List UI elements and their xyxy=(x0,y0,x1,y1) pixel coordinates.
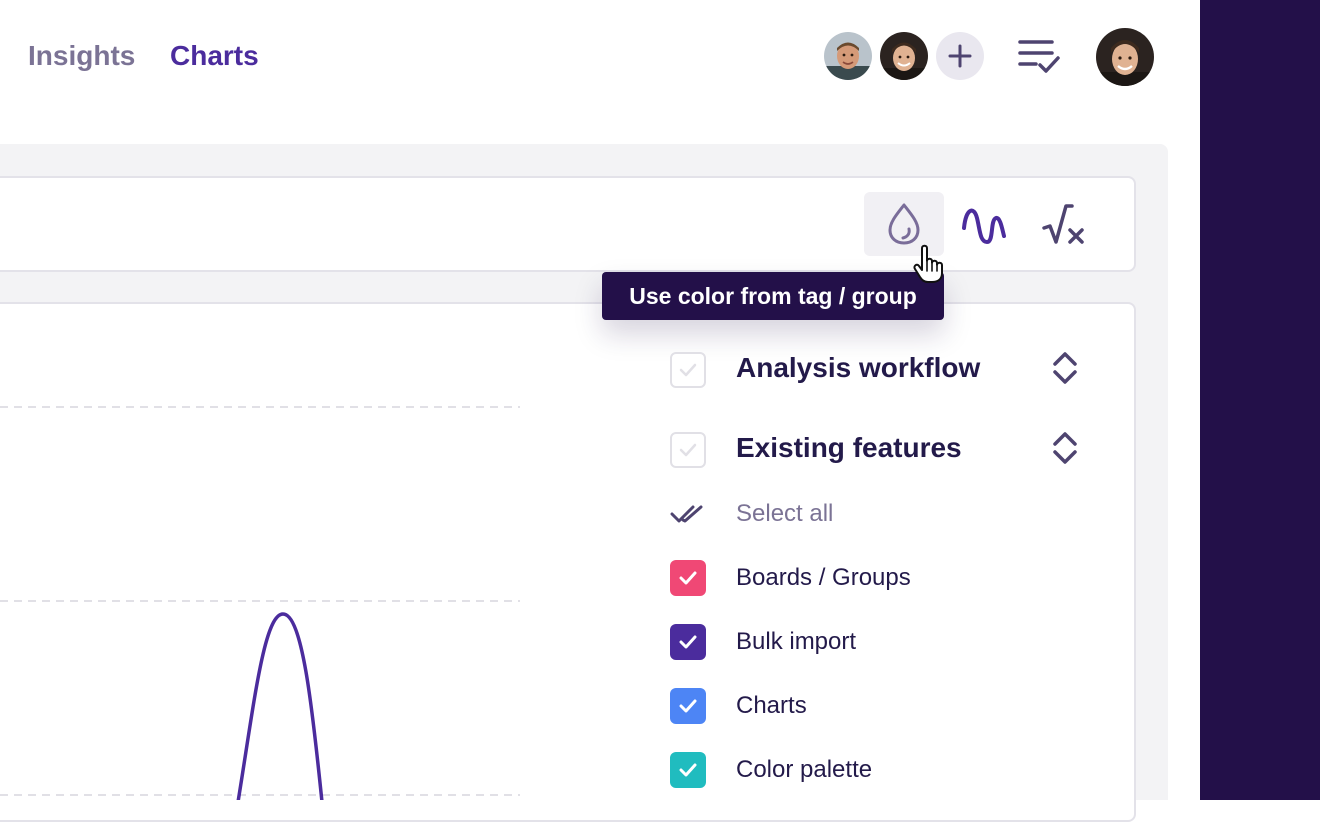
check-icon xyxy=(679,635,697,649)
check-icon xyxy=(679,443,697,457)
item-label-charts[interactable]: Charts xyxy=(736,691,807,721)
user-avatar[interactable] xyxy=(1094,26,1156,88)
tooltip: Use color from tag / group xyxy=(602,272,944,320)
add-member-button[interactable] xyxy=(936,32,984,80)
group-label-existing-features[interactable]: Existing features xyxy=(736,431,962,465)
collaborator-avatar-2[interactable] xyxy=(878,30,930,82)
select-all-label[interactable]: Select all xyxy=(736,499,833,529)
wave-curve-icon xyxy=(962,208,1006,245)
item-label-boards-groups[interactable]: Boards / Groups xyxy=(736,563,911,593)
formula-button[interactable] xyxy=(1024,192,1104,256)
item-checkbox-color-palette[interactable] xyxy=(670,752,706,788)
check-icon xyxy=(679,699,697,713)
item-checkbox-boards-groups[interactable] xyxy=(670,560,706,596)
collaborator-avatar-1[interactable] xyxy=(822,30,874,82)
checklist-icon xyxy=(1018,40,1060,73)
hand-pointer-icon xyxy=(913,244,943,283)
curve-style-button[interactable] xyxy=(944,192,1024,256)
item-checkbox-charts[interactable] xyxy=(670,688,706,724)
series-line xyxy=(236,612,324,800)
square-root-x-icon xyxy=(1042,204,1084,244)
tab-insights[interactable]: Insights xyxy=(28,40,135,72)
line-chart xyxy=(0,406,520,800)
check-icon xyxy=(679,363,697,377)
group-label-analysis-workflow[interactable]: Analysis workflow xyxy=(736,351,980,385)
check-icon xyxy=(679,571,697,585)
double-check-icon[interactable] xyxy=(670,500,706,530)
plus-icon xyxy=(948,44,972,68)
task-list-button[interactable] xyxy=(1016,36,1064,78)
drop-icon xyxy=(888,203,920,245)
check-icon xyxy=(679,763,697,777)
item-checkbox-bulk-import[interactable] xyxy=(670,624,706,660)
right-sidebar xyxy=(1200,0,1320,800)
tab-charts[interactable]: Charts xyxy=(170,40,259,72)
item-label-color-palette[interactable]: Color palette xyxy=(736,755,872,785)
group-checkbox[interactable] xyxy=(670,352,706,388)
expand-collapse-icon[interactable] xyxy=(1050,431,1080,465)
expand-collapse-icon[interactable] xyxy=(1050,351,1080,385)
item-label-bulk-import[interactable]: Bulk import xyxy=(736,627,856,657)
group-checkbox[interactable] xyxy=(670,432,706,468)
